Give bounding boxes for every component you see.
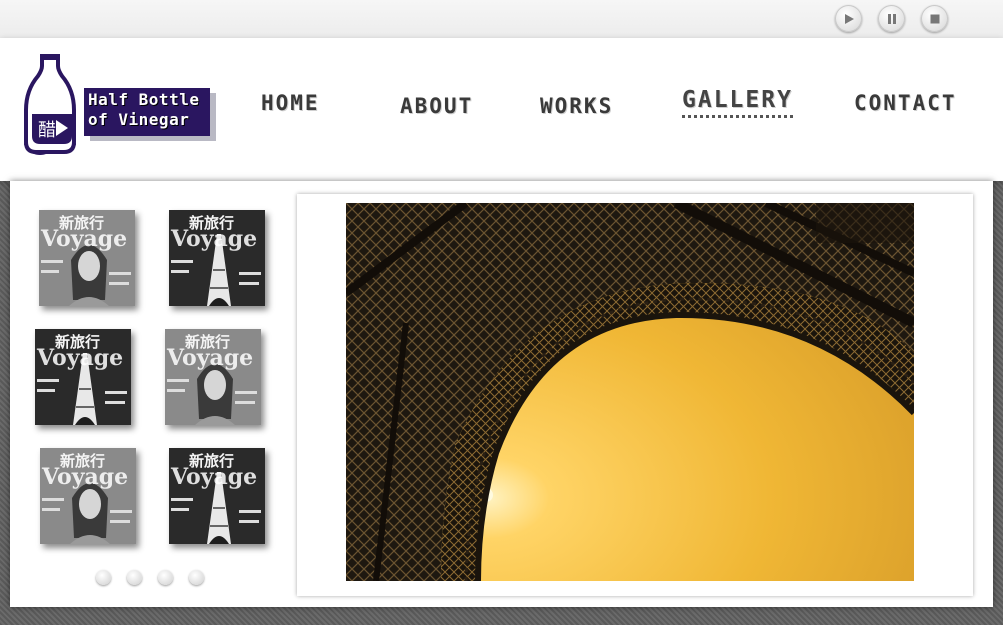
svg-text:Voyage: Voyage (41, 464, 128, 490)
stop-button[interactable] (921, 5, 948, 32)
play-icon (844, 13, 854, 24)
nav-gallery[interactable]: GALLERY (682, 87, 793, 118)
magazine-cover-image: 新旅行Voyage (39, 210, 135, 306)
gallery-thumbnail[interactable]: 新旅行 Voyage (169, 448, 265, 544)
pause-icon (887, 13, 896, 24)
top-bar (0, 0, 1003, 38)
play-button[interactable] (835, 5, 862, 32)
media-controls (835, 5, 948, 32)
pause-button[interactable] (878, 5, 905, 32)
main-nav: HOME ABOUT WORKS GALLERY CONTACT (0, 38, 1003, 181)
pagination-dot[interactable] (158, 570, 173, 585)
svg-text:Voyage: Voyage (166, 345, 253, 371)
nav-contact[interactable]: CONTACT (854, 91, 957, 115)
gallery-thumbnail[interactable]: 新旅行 Voyage (169, 210, 265, 306)
gallery-thumbnail[interactable]: 新旅行 Voyage (39, 210, 135, 306)
pagination-dot[interactable] (96, 570, 111, 585)
nav-home[interactable]: HOME (261, 91, 320, 115)
gallery-thumbnail[interactable]: 新旅行 Voyage (35, 329, 131, 425)
magazine-cover-image: 新旅行Voyage (165, 329, 261, 425)
gallery-thumbnail[interactable]: 新旅行 Voyage (40, 448, 136, 544)
svg-text:Voyage: Voyage (170, 464, 257, 490)
magazine-cover-image: 新旅行Voyage (40, 448, 136, 544)
site-header: 醋 Half Bottle of Vinegar HOME ABOUT WORK… (0, 38, 1003, 181)
svg-text:Voyage: Voyage (170, 226, 257, 252)
main-photo (346, 203, 914, 581)
magazine-cover-image: 新旅行Voyage (35, 329, 131, 425)
svg-text:Voyage: Voyage (36, 345, 123, 371)
magazine-cover-image: 新旅行Voyage (169, 448, 265, 544)
nav-works[interactable]: WORKS (540, 94, 613, 118)
pagination-dot[interactable] (127, 570, 142, 585)
stop-icon (930, 14, 939, 23)
pagination-dot[interactable] (189, 570, 204, 585)
nav-about[interactable]: ABOUT (400, 94, 473, 118)
svg-text:Voyage: Voyage (40, 226, 127, 252)
gallery-thumbnail[interactable]: 新旅行 Voyage (165, 329, 261, 425)
pagination-dots (96, 570, 204, 585)
magazine-cover-image: 新旅行Voyage (169, 210, 265, 306)
